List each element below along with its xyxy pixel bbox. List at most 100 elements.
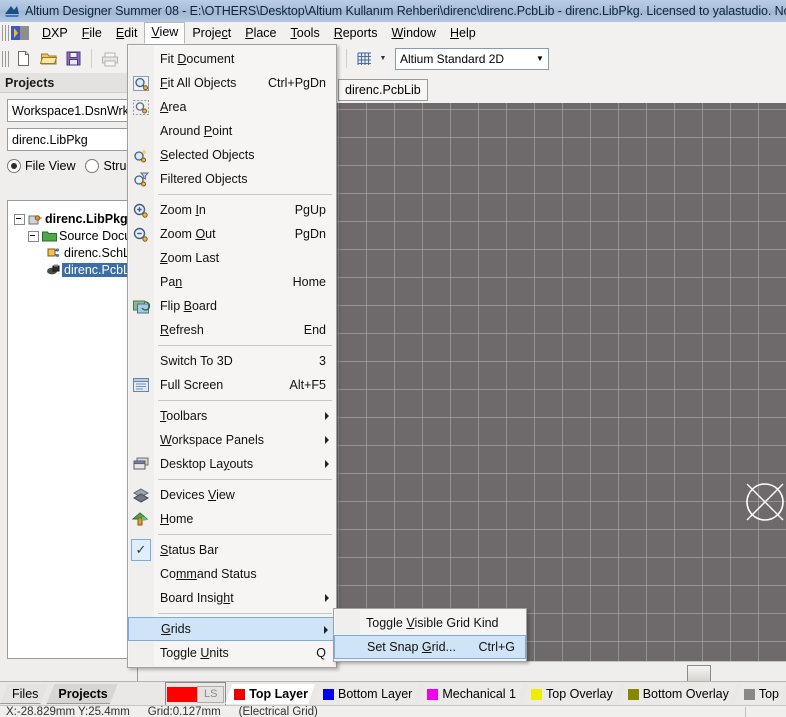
menu-edit[interactable]: Edit	[109, 23, 145, 44]
view-configuration-combo[interactable]: Altium Standard 2D ▼	[395, 47, 549, 70]
menu-item-zoom-in[interactable]: Zoom In PgUp	[128, 198, 336, 222]
zoom-selected-icon	[131, 145, 151, 165]
layer-color-box[interactable]: LS	[165, 682, 227, 706]
desktop-layouts-icon	[131, 454, 151, 474]
tree-expander-icon[interactable]	[28, 230, 39, 242]
layer-tab-bottom-layer[interactable]: Bottom Layer	[314, 684, 419, 704]
workspace-combo[interactable]: Workspace1.DsnWrk	[7, 99, 133, 122]
tree-row-pcblib[interactable]: direnc.PcbL	[8, 262, 138, 278]
menu-view[interactable]: View	[144, 22, 186, 44]
layer-color-swatch	[744, 689, 755, 700]
layer-tab-top-layer[interactable]: Top Layer	[225, 684, 315, 704]
dxp-logo-icon[interactable]	[11, 25, 33, 41]
structure-view-radio[interactable]	[85, 159, 100, 173]
layer-tab-mechanical-1[interactable]: Mechanical 1	[418, 684, 523, 704]
menu-item-selected-objects[interactable]: Selected Objects	[128, 143, 336, 167]
menu-item-refresh[interactable]: Refresh End	[128, 318, 336, 342]
menu-item-toolbars[interactable]: Toolbars	[128, 404, 336, 428]
current-layer-swatch[interactable]	[167, 686, 198, 702]
file-view-radio[interactable]	[7, 159, 21, 173]
menu-item-devices-view[interactable]: Devices View	[128, 483, 336, 507]
print-icon[interactable]	[98, 47, 121, 70]
altium-logo-icon	[3, 3, 21, 19]
layer-sets-button[interactable]: LS	[197, 685, 225, 703]
main-toolbar: ▼ Altium Standard 2D ▼	[0, 44, 786, 74]
menu-item-desktop-layouts[interactable]: Desktop Layouts	[128, 452, 336, 476]
layer-color-swatch	[427, 689, 438, 700]
menu-tools[interactable]: Tools	[284, 23, 327, 44]
project-combo[interactable]: direnc.LibPkg	[7, 128, 133, 151]
layer-color-swatch	[323, 689, 334, 700]
menu-drag-grip[interactable]	[2, 25, 9, 41]
menu-item-fit-document[interactable]: Fit Document	[128, 47, 336, 71]
menu-file[interactable]: File	[75, 23, 109, 44]
grids-submenu: Toggle Visible Grid Kind Set Snap Grid..…	[333, 608, 527, 662]
menu-reports[interactable]: Reports	[327, 23, 385, 44]
menu-help[interactable]: Help	[443, 23, 483, 44]
schematic-lib-icon	[46, 246, 62, 260]
menu-item-grids[interactable]: Grids	[128, 617, 336, 641]
pad-crosshair[interactable]	[740, 477, 786, 527]
menu-item-status-bar[interactable]: ✓ Status Bar	[128, 538, 336, 562]
grid-icon[interactable]	[353, 47, 376, 70]
panel-tab-files[interactable]: Files	[0, 684, 48, 704]
menu-item-zoom-out[interactable]: Zoom Out PgDn	[128, 222, 336, 246]
menu-separator	[158, 479, 332, 480]
toolbar-drag-grip-1[interactable]	[2, 50, 9, 67]
menu-item-home[interactable]: Home	[128, 507, 336, 531]
open-folder-icon[interactable]	[37, 47, 60, 70]
menu-separator	[158, 400, 332, 401]
menu-item-label: Area	[160, 100, 187, 114]
menu-separator	[158, 534, 332, 535]
menu-item-pan[interactable]: Pan Home	[128, 270, 336, 294]
layer-tab-bottom-overlay[interactable]: Bottom Overlay	[619, 684, 736, 704]
menu-item-board-insight[interactable]: Board Insight	[128, 586, 336, 610]
menu-dxp[interactable]: DXP	[35, 23, 75, 44]
menu-item-label: Selected Objects	[160, 148, 255, 162]
status-grid: Grid:0.127mm	[147, 706, 221, 717]
submenu-item-toggle-visible-grid-kind[interactable]: Toggle Visible Grid Kind	[334, 611, 526, 635]
menu-item-flip-board[interactable]: Flip Board	[128, 294, 336, 318]
tree-row-schlib[interactable]: direnc.SchL	[8, 245, 138, 261]
menu-item-command-status[interactable]: Command Status	[128, 562, 336, 586]
menu-item-area[interactable]: Area	[128, 95, 336, 119]
scrollbar-thumb[interactable]	[687, 665, 711, 682]
menu-window[interactable]: Window	[384, 23, 442, 44]
new-document-icon[interactable]	[12, 47, 35, 70]
menu-item-label: Set Snap Grid...	[367, 640, 456, 654]
menu-project[interactable]: Project	[185, 23, 238, 44]
grid-dropdown-arrow-icon[interactable]: ▼	[377, 55, 389, 62]
menu-item-toggle-units[interactable]: Toggle Units Q	[128, 641, 336, 665]
tree-row-source-documents[interactable]: Source Docum	[8, 228, 138, 244]
menu-item-filtered-objects[interactable]: Filtered Objects	[128, 167, 336, 191]
document-tab-pcblib[interactable]: direnc.PcbLib	[338, 79, 428, 101]
save-icon[interactable]	[62, 47, 85, 70]
menu-item-zoom-last[interactable]: Zoom Last	[128, 246, 336, 270]
menu-item-label: Board Insight	[160, 591, 234, 605]
tree-label-source-documents: Source Docum	[59, 229, 138, 243]
menu-item-label: Refresh	[160, 323, 204, 337]
menu-item-around-point[interactable]: Around Point	[128, 119, 336, 143]
tree-expander-icon[interactable]	[14, 213, 25, 225]
menu-item-fit-all-objects[interactable]: Fit All Objects Ctrl+PgDn	[128, 71, 336, 95]
menu-item-label: Home	[160, 512, 194, 526]
chevron-down-icon[interactable]: ▼	[532, 54, 548, 63]
layer-tab-top-overlay[interactable]: Top Overlay	[522, 684, 620, 704]
project-tree[interactable]: direnc.LibPkg Source Docum direnc.SchL d…	[7, 200, 138, 659]
layer-tab-top-partial[interactable]: Top	[735, 684, 786, 704]
window-title: Altium Designer Summer 08 - E:\OTHERS\De…	[25, 4, 786, 18]
full-screen-icon	[131, 375, 151, 395]
menu-place[interactable]: Place	[238, 23, 283, 44]
menu-item-workspace-panels[interactable]: Workspace Panels	[128, 428, 336, 452]
devices-view-icon	[131, 485, 151, 505]
submenu-item-set-snap-grid[interactable]: Set Snap Grid... Ctrl+G	[334, 635, 526, 659]
layer-tab-label: Mechanical 1	[442, 687, 516, 701]
menu-item-full-screen[interactable]: Full Screen Alt+F5	[128, 373, 336, 397]
tree-label-schlib: direnc.SchL	[64, 246, 131, 260]
submenu-arrow-icon	[324, 626, 328, 634]
tree-row-libpkg[interactable]: direnc.LibPkg	[8, 211, 138, 227]
menu-item-label: Workspace Panels	[160, 433, 264, 447]
panel-tab-projects[interactable]: Projects	[46, 684, 117, 704]
menu-item-switch-to-3d[interactable]: Switch To 3D 3	[128, 349, 336, 373]
zoom-out-icon	[131, 224, 151, 244]
